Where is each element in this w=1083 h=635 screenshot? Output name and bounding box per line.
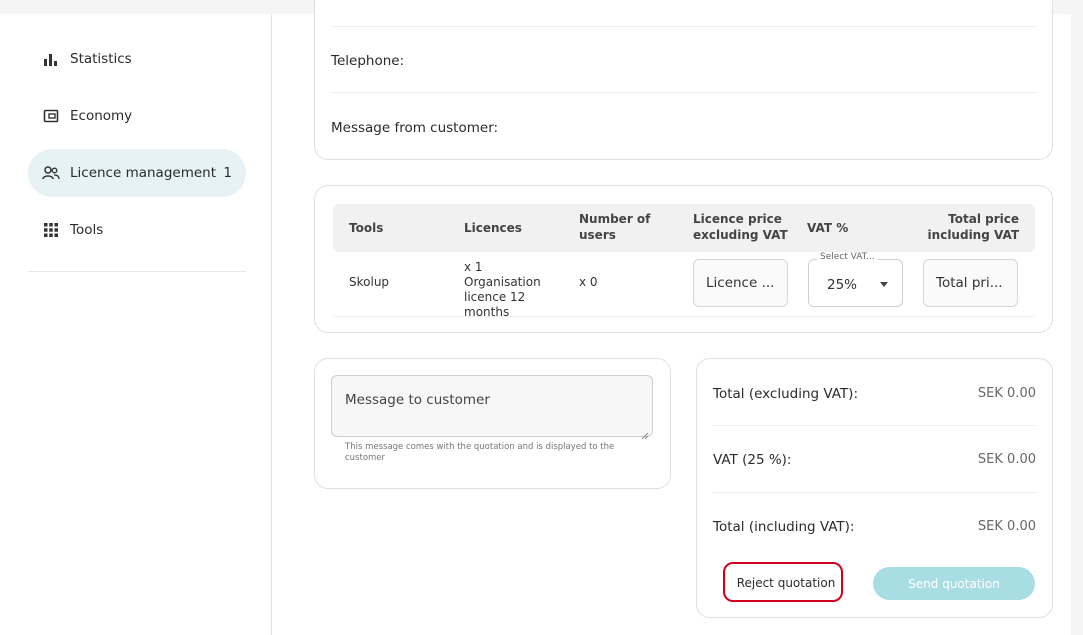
vat-label: VAT (25 %): xyxy=(713,452,792,468)
header-licence-price: Licence price excluding VAT xyxy=(693,212,788,242)
sidebar-item-label: Economy xyxy=(70,108,133,124)
sidebar-divider xyxy=(28,271,246,272)
message-card: Message to customer This message comes w… xyxy=(314,358,671,489)
vat-selected-value: 25% xyxy=(827,277,858,293)
wallet-icon xyxy=(42,107,60,125)
notification-count: 1 xyxy=(223,165,232,181)
message-help-text: This message comes with the quotation an… xyxy=(345,442,615,463)
licence-price-input[interactable]: Licence ... xyxy=(693,259,788,307)
bar-chart-icon xyxy=(42,50,60,68)
vat-select[interactable]: Select VAT... 25% xyxy=(808,252,903,307)
divider xyxy=(713,492,1036,493)
grid-icon xyxy=(42,221,60,239)
sidebar-border xyxy=(271,14,272,635)
sidebar-item-economy[interactable]: Economy xyxy=(28,92,246,140)
total-excluding-vat-label: Total (excluding VAT): xyxy=(713,386,858,402)
header-tools: Tools xyxy=(349,221,384,235)
licence-price-placeholder: Licence ... xyxy=(706,275,775,291)
users-icon xyxy=(42,164,60,182)
vat-select-label: Select VAT... xyxy=(817,252,878,262)
header-number-of-users: Number of users xyxy=(579,212,651,242)
total-excluding-vat-value: SEK 0.00 xyxy=(977,386,1036,401)
right-strip xyxy=(1071,0,1083,635)
cell-licences: x 1 Organisation licence 12 months xyxy=(464,260,541,319)
resize-handle-icon[interactable] xyxy=(641,425,649,440)
send-quotation-button[interactable]: Send quotation xyxy=(873,567,1035,600)
sidebar-item-tools[interactable]: Tools xyxy=(28,206,246,254)
header-total-price: Total price including VAT xyxy=(927,212,1019,242)
reject-quotation-button[interactable]: Reject quotation xyxy=(727,566,845,600)
sidebar-item-label: Licence management xyxy=(70,165,217,181)
header-vat: VAT % xyxy=(807,221,849,235)
vat-value: SEK 0.00 xyxy=(977,452,1036,467)
table-divider xyxy=(333,316,1035,317)
total-including-vat-value: SEK 0.00 xyxy=(977,519,1036,534)
message-to-customer-input[interactable]: Message to customer xyxy=(331,375,653,440)
totals-card: Total (excluding VAT): SEK 0.00 VAT (25 … xyxy=(696,358,1053,618)
message-placeholder: Message to customer xyxy=(345,392,490,408)
chevron-down-icon xyxy=(880,282,888,287)
cell-tool: Skolup xyxy=(349,275,390,289)
sidebar-item-licence-management[interactable]: Licence management 1 xyxy=(28,149,246,197)
total-price-input[interactable]: Total pri... xyxy=(923,259,1018,307)
sidebar-item-label: Tools xyxy=(70,222,104,238)
total-including-vat-label: Total (including VAT): xyxy=(713,519,855,535)
total-price-placeholder: Total pri... xyxy=(936,275,1003,291)
divider xyxy=(331,92,1036,93)
message-from-customer-label: Message from customer: xyxy=(331,120,499,136)
sidebar-item-label: Statistics xyxy=(70,51,132,67)
divider xyxy=(331,26,1036,27)
header-licences: Licences xyxy=(464,221,522,235)
cell-users: x 0 xyxy=(579,275,598,289)
table-header: Tools Licences Number of users Licence p… xyxy=(333,204,1035,252)
customer-info-card: Telephone: Message from customer: xyxy=(314,0,1053,160)
licence-table-card: Tools Licences Number of users Licence p… xyxy=(314,185,1053,333)
telephone-label: Telephone: xyxy=(331,53,405,69)
sidebar-item-statistics[interactable]: Statistics xyxy=(28,35,246,83)
divider xyxy=(713,425,1036,426)
